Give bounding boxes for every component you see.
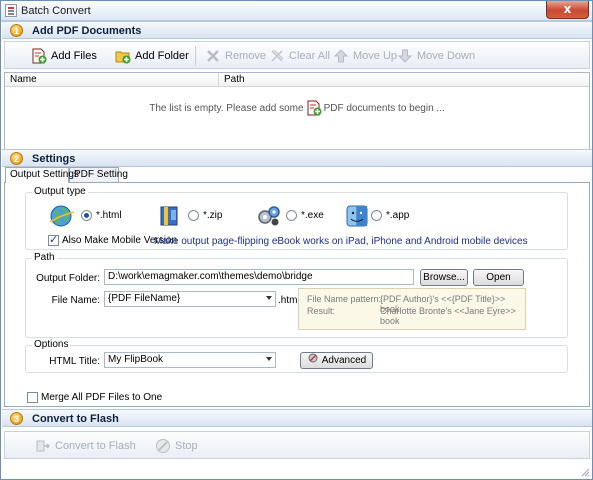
toolbar-separator	[195, 46, 196, 66]
stop-button[interactable]: Stop	[155, 436, 198, 456]
window-title: Batch Convert	[21, 5, 91, 17]
browse-button[interactable]: Browse...	[420, 269, 468, 286]
globe-icon	[49, 204, 75, 231]
output-folder-input[interactable]: D:\work\emagmaker.com\themes\demo\bridge	[104, 269, 414, 285]
output-exe-option[interactable]: *.exe	[286, 210, 324, 221]
step-1-badge: 1	[10, 24, 23, 37]
clear-all-icon	[269, 48, 285, 64]
chevron-down-icon	[266, 296, 272, 300]
move-up-label: Move Up	[353, 50, 398, 62]
output-zip-option[interactable]: *.zip	[188, 210, 222, 221]
convert-label: Convert to Flash	[55, 440, 136, 452]
clear-all-label: Clear All	[289, 50, 330, 62]
mobile-version-checkbox[interactable]	[48, 233, 59, 246]
zip-label: *.zip	[203, 210, 223, 221]
output-type-legend: Output type	[32, 186, 88, 197]
html-title-value: My FlipBook	[108, 354, 164, 365]
add-folder-button[interactable]: Add Folder	[115, 46, 189, 66]
path-legend: Path	[32, 252, 57, 263]
exe-radio[interactable]	[286, 210, 297, 221]
exe-label: *.exe	[301, 210, 324, 221]
add-files-button[interactable]: Add Files	[31, 46, 97, 66]
advanced-label: Advanced	[321, 355, 367, 366]
column-path-header[interactable]: Path	[224, 74, 245, 85]
move-up-button[interactable]: Move Up	[333, 46, 397, 66]
file-name-value: {PDF FileName}	[108, 293, 181, 304]
arrow-down-icon	[397, 48, 413, 64]
empty-message-prefix: The list is empty. Please add some	[149, 102, 304, 114]
html-label: *.html	[96, 210, 122, 221]
column-name-header[interactable]: Name	[10, 74, 37, 85]
convert-to-flash-button[interactable]: Convert to Flash	[35, 436, 136, 456]
advanced-button[interactable]: Advanced	[300, 352, 373, 369]
open-button[interactable]: Open	[473, 269, 524, 286]
resize-grip[interactable]	[580, 467, 590, 477]
section-convert-header[interactable]: 3 Convert to Flash	[2, 409, 592, 427]
add-pdf-icon	[31, 48, 47, 64]
close-button[interactable]: x	[546, 1, 589, 19]
add-folder-label: Add Folder	[135, 50, 189, 62]
convert-icon	[35, 438, 51, 454]
chevron-down-icon	[266, 357, 272, 361]
options-legend: Options	[32, 339, 71, 350]
move-down-label: Move Down	[417, 50, 476, 62]
add-files-label: Add Files	[51, 50, 97, 62]
empty-list-message: The list is empty. Please add some PDF d…	[5, 100, 589, 116]
stop-label: Stop	[175, 440, 198, 452]
file-name-pattern-box: File Name pattern: {PDF Author}'s <<{PDF…	[298, 288, 526, 330]
app-label: *.app	[386, 210, 410, 221]
mobile-version-note: Make output page-flipping eBook works on…	[154, 236, 528, 247]
section-add-pdf-header[interactable]: 1 Add PDF Documents	[2, 21, 592, 39]
html-radio[interactable]	[81, 210, 92, 221]
list-header: Name Path	[5, 73, 589, 87]
merge-checkbox[interactable]	[27, 392, 38, 403]
section-settings-header[interactable]: 2 Settings	[2, 149, 592, 167]
result-label: Result:	[307, 306, 336, 316]
section-settings-title: Settings	[32, 153, 76, 165]
pdf-file-list[interactable]: Name Path The list is empty. Please add …	[4, 72, 590, 150]
file-name-select[interactable]: {PDF FileName}	[104, 291, 276, 307]
batch-convert-window: Batch Convert x 1 Add PDF Documents Add …	[0, 0, 593, 480]
pdf-add-icon	[306, 100, 322, 116]
arrow-up-icon	[333, 48, 349, 64]
file-name-label: File Name:	[51, 295, 100, 306]
zip-archive-icon	[158, 204, 182, 231]
remove-x-icon	[205, 48, 221, 64]
output-html-option[interactable]: *.html	[81, 210, 122, 221]
add-folder-icon	[115, 48, 131, 64]
app-radio[interactable]	[371, 210, 382, 221]
result-value: Charlotte Bronte's <<Jane Eyre>> book	[380, 306, 516, 326]
html-title-select[interactable]: My FlipBook	[104, 352, 276, 368]
remove-label: Remove	[225, 50, 266, 62]
section-add-pdf-title: Add PDF Documents	[32, 25, 142, 37]
step-3-badge: 3	[10, 412, 23, 425]
mac-finder-icon	[345, 204, 369, 231]
advanced-settings-icon	[307, 352, 319, 369]
column-divider[interactable]	[218, 73, 219, 87]
output-app-option[interactable]: *.app	[371, 210, 409, 221]
remove-button[interactable]: Remove	[205, 46, 266, 66]
merge-checkbox-row[interactable]: Merge All PDF Files to One	[27, 392, 162, 403]
file-toolbar: Add Files Add Folder Remove Clear All Mo…	[4, 41, 590, 69]
step-2-badge: 2	[10, 152, 23, 165]
gears-icon	[256, 204, 282, 231]
section-convert-title: Convert to Flash	[32, 413, 119, 425]
merge-label: Merge All PDF Files to One	[41, 392, 163, 403]
app-icon	[5, 4, 17, 17]
convert-toolbar: Convert to Flash Stop	[4, 431, 590, 459]
output-folder-label: Output Folder:	[36, 273, 100, 284]
clear-all-button[interactable]: Clear All	[269, 46, 330, 66]
zip-radio[interactable]	[188, 210, 199, 221]
tab-output-settings[interactable]: Output Settings	[5, 167, 79, 183]
file-extension: .html	[278, 295, 300, 306]
move-down-button[interactable]: Move Down	[397, 46, 475, 66]
title-bar[interactable]: Batch Convert x	[1, 1, 592, 21]
pattern-label: File Name pattern:	[307, 294, 382, 304]
html-title-label: HTML Title:	[49, 356, 100, 367]
empty-message-suffix: PDF documents to begin ...	[323, 102, 445, 114]
stop-icon	[155, 438, 171, 454]
